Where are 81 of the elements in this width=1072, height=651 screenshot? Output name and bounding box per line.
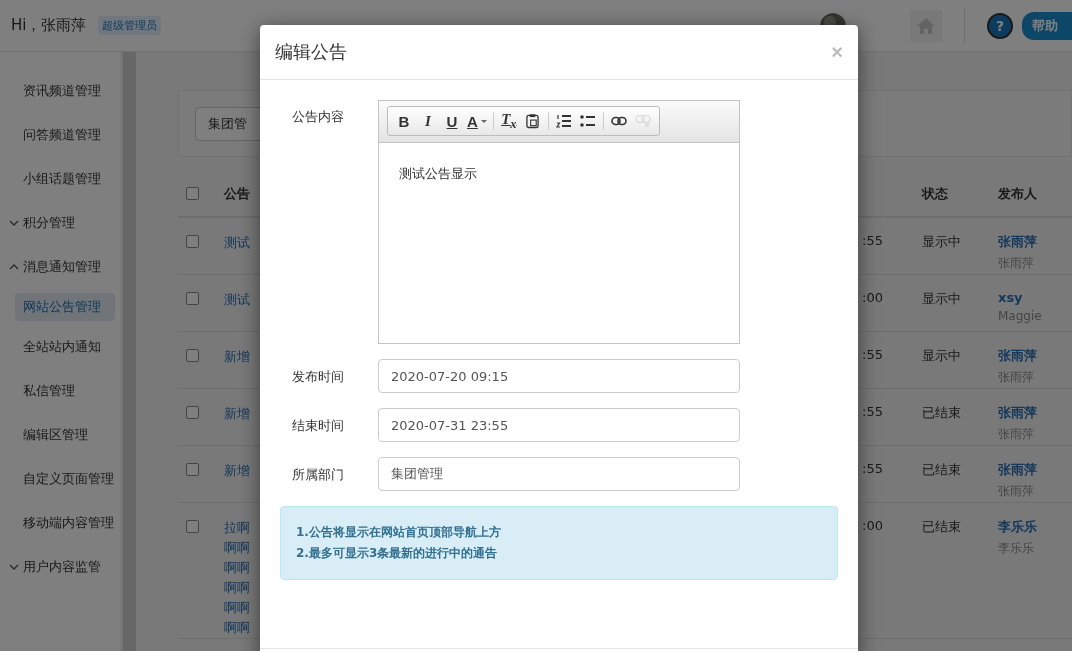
status-cell-text: 显示中 bbox=[922, 290, 962, 308]
sidebar-item[interactable]: 移动端内容管理 bbox=[0, 501, 115, 545]
link-icon bbox=[610, 116, 627, 126]
title-link[interactable]: 啊啊 bbox=[224, 618, 264, 638]
column-header: 状态 bbox=[922, 185, 949, 203]
select-all-checkbox[interactable] bbox=[186, 187, 199, 200]
field-label: 发布时间 bbox=[291, 368, 345, 386]
notice-text: 1.公告将显示在网站首页顶部导航上方 bbox=[296, 524, 502, 541]
sidebar-item[interactable]: 消息通知管理 bbox=[0, 245, 115, 289]
table-cell-text: :55 bbox=[862, 347, 884, 364]
chevron-icon bbox=[9, 264, 19, 270]
publisher-link[interactable]: 张雨萍 bbox=[998, 233, 1037, 251]
title-link[interactable]: 新增 bbox=[224, 404, 264, 424]
title-link[interactable]: 啊啊 bbox=[224, 558, 264, 578]
table-cell-text: :55 bbox=[862, 461, 884, 478]
sidebar-item[interactable]: 积分管理 bbox=[0, 201, 115, 245]
status-cell-text: 显示中 bbox=[922, 347, 962, 365]
input-field[interactable]: 2020-07-31 23:55 bbox=[378, 408, 740, 442]
sidebar-item[interactable]: 小组话题管理 bbox=[0, 157, 115, 201]
notice-text: 2.最多可显示3条最新的进行中的通告 bbox=[296, 545, 499, 562]
rich-text-editor[interactable]: B I U A T$_{x}$ 测试公告显示 bbox=[378, 100, 740, 344]
bullet-list-icon bbox=[579, 114, 596, 128]
sidebar-item[interactable]: 自定义页面管理 bbox=[0, 457, 115, 501]
format-button[interactable]: T$_{x}$ bbox=[496, 109, 521, 133]
column-header: 发布人 bbox=[998, 185, 1037, 203]
publisher-link[interactable]: xsy bbox=[998, 290, 1042, 305]
sidebar-item[interactable]: 全站站内通知 bbox=[0, 325, 115, 369]
row-checkbox[interactable] bbox=[186, 463, 199, 476]
clipboard-icon bbox=[526, 113, 540, 129]
status-cell-text: 已结束 bbox=[922, 461, 962, 479]
status-cell-text: 显示中 bbox=[922, 233, 962, 251]
help-icon[interactable]: ? bbox=[987, 12, 1013, 39]
row-checkbox[interactable] bbox=[186, 292, 199, 305]
format-button[interactable]: B bbox=[392, 109, 416, 133]
title-link[interactable]: 拉啊 bbox=[224, 518, 264, 538]
editor-text: 测试公告显示 bbox=[398, 165, 478, 183]
sidebar-item[interactable]: 问答频道管理 bbox=[0, 113, 115, 157]
unlink-icon bbox=[634, 114, 651, 128]
role-badge: 超级管理员 bbox=[98, 16, 162, 35]
column-header: 公告 bbox=[224, 185, 251, 203]
title-link[interactable]: 啊啊 bbox=[224, 538, 264, 558]
row-checkbox[interactable] bbox=[186, 349, 199, 362]
table-cell-text: :00 bbox=[862, 518, 884, 535]
publisher-link[interactable]: 李乐乐 bbox=[998, 518, 1037, 536]
row-checkbox[interactable] bbox=[186, 235, 199, 248]
field-label: 结束时间 bbox=[291, 417, 345, 435]
table-cell-text: :55 bbox=[862, 404, 884, 421]
sidebar-item[interactable]: 私信管理 bbox=[0, 369, 115, 413]
input-field[interactable]: 集团管理 bbox=[378, 457, 740, 491]
status-cell-text: 已结束 bbox=[922, 518, 962, 536]
greeting: Hi，张雨萍 bbox=[11, 16, 87, 35]
title-link[interactable]: 新增 bbox=[224, 461, 264, 481]
status-cell-text: 已结束 bbox=[922, 404, 962, 422]
dialog-title: 编辑公告 bbox=[275, 40, 348, 64]
table-cell-text: :55 bbox=[862, 233, 884, 250]
input-field[interactable]: 2020-07-20 09:15 bbox=[378, 359, 740, 393]
numbered-list-icon bbox=[555, 114, 572, 128]
title-link[interactable]: 啊啊 bbox=[224, 578, 264, 598]
row-checkbox[interactable] bbox=[186, 520, 199, 533]
title-link[interactable]: 测试 bbox=[224, 290, 264, 310]
row-checkbox[interactable] bbox=[186, 406, 199, 419]
home-button[interactable] bbox=[910, 9, 942, 42]
format-button[interactable]: A bbox=[464, 109, 490, 133]
field-label: 所属部门 bbox=[291, 466, 345, 484]
publisher-link[interactable]: 张雨萍 bbox=[998, 461, 1037, 479]
sidebar-item[interactable]: 用户内容监管 bbox=[0, 545, 115, 589]
publisher-link[interactable]: 张雨萍 bbox=[998, 347, 1037, 365]
title-link[interactable]: 测试 bbox=[224, 233, 264, 253]
publisher-link[interactable]: 张雨萍 bbox=[998, 404, 1037, 422]
scrollbar[interactable] bbox=[122, 52, 136, 651]
sidebar-item[interactable]: 网站公告管理 bbox=[15, 293, 115, 321]
format-button[interactable]: U bbox=[440, 109, 464, 133]
chevron-icon bbox=[9, 220, 19, 226]
sidebar-item[interactable]: 资讯频道管理 bbox=[0, 69, 115, 113]
help-button[interactable]: 帮助 bbox=[1022, 11, 1072, 40]
title-link[interactable]: 啊啊 bbox=[224, 598, 264, 618]
chevron-icon bbox=[9, 564, 19, 570]
table-cell-text: :00 bbox=[862, 290, 884, 307]
format-button[interactable]: I bbox=[416, 109, 440, 133]
title-link[interactable]: 新增 bbox=[224, 347, 264, 367]
sidebar-item[interactable]: 编辑区管理 bbox=[0, 413, 115, 457]
